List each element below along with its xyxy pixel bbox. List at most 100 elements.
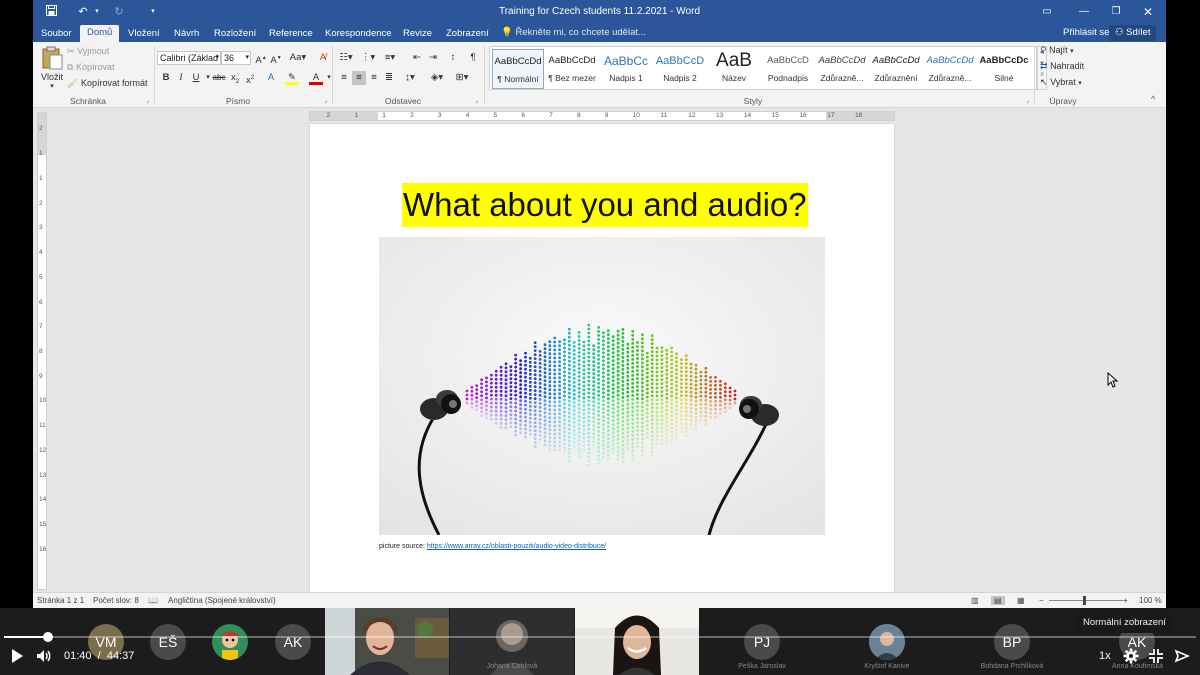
style-title[interactable]: AaB Název (708, 49, 760, 89)
zoom-out-icon[interactable]: − (1039, 596, 1044, 605)
font-color-icon[interactable]: A (309, 71, 323, 85)
tab-file[interactable]: Soubor (37, 27, 76, 42)
style-no-spacing[interactable]: AaBbCcDd ¶ Bez mezer (546, 49, 598, 89)
show-formatting-marks-icon[interactable]: ¶ (466, 51, 480, 65)
earphones-soundwave-image[interactable] (379, 237, 825, 535)
share-arrow-icon[interactable] (1174, 648, 1190, 664)
shrink-font-icon[interactable]: A▼ (269, 51, 283, 66)
numbering-icon[interactable]: ⋮▾ (359, 51, 377, 65)
volume-icon[interactable] (36, 649, 52, 663)
sign-in-link[interactable]: Přihlásit se (1063, 27, 1109, 38)
justify-icon[interactable]: ≣ (382, 71, 396, 85)
zoom-level[interactable]: 100 % (1139, 596, 1162, 605)
playback-speed[interactable]: 1x (1099, 650, 1111, 662)
replace-button[interactable]: ⇄ Nahradit (1040, 61, 1084, 72)
video-progress-bar[interactable] (4, 632, 1196, 642)
align-left-icon[interactable]: ≡ (337, 71, 351, 85)
change-case-icon[interactable]: Aa▾ (289, 51, 307, 65)
vertical-ruler[interactable]: 2 1 1 2 3 4 5 6 7 8 9 10 11 12 13 14 15 16 (37, 112, 47, 590)
format-painter-button[interactable]: 🖌 Kopírovat formát (67, 78, 147, 89)
grow-font-icon[interactable]: A▲ (254, 51, 268, 66)
increase-indent-icon[interactable]: ⇥ (426, 51, 440, 65)
collapse-ribbon-icon[interactable]: ^ (1151, 94, 1155, 104)
restore-icon[interactable]: ❐ (1107, 4, 1125, 20)
select-button[interactable]: ↖ Vybrat ▾ (1040, 77, 1082, 88)
participant-tile[interactable]: EŠ (150, 608, 190, 675)
tab-insert[interactable]: Vložení (124, 27, 164, 42)
page-count[interactable]: Stránka 1 z 1 (37, 596, 84, 605)
participant-tile[interactable]: Kryštof Kanive (825, 608, 949, 675)
source-link[interactable]: https://www.array.cz/oblasti-pouziti/aud… (427, 543, 606, 550)
bullets-icon[interactable]: ☷▾ (337, 51, 355, 65)
close-icon[interactable]: ✕ (1139, 4, 1157, 20)
tab-view[interactable]: Zobrazení (442, 27, 493, 42)
italic-icon[interactable]: I (174, 71, 188, 85)
sort-icon[interactable]: ↕ (446, 51, 460, 65)
language-indicator[interactable]: Angličtina (Spojené království) (168, 596, 276, 605)
participant-tile[interactable]: BP Bohdana Prchlíková (950, 608, 1074, 675)
multilevel-list-icon[interactable]: ≡▾ (381, 51, 399, 65)
highlight-icon[interactable]: ✎ (285, 71, 299, 85)
style-strong[interactable]: AaBbCcDc Silné (978, 49, 1030, 89)
participant-tile[interactable]: VM (88, 608, 128, 675)
style-heading-1[interactable]: AaBbCc Nadpis 1 (600, 49, 652, 89)
superscript-icon[interactable]: x2 (243, 71, 257, 86)
decrease-indent-icon[interactable]: ⇤ (410, 51, 424, 65)
bold-icon[interactable]: B (159, 71, 173, 85)
play-icon[interactable] (10, 648, 24, 664)
gear-icon[interactable] (1123, 648, 1139, 664)
tab-layout[interactable]: Rozložení (210, 27, 260, 42)
participant-video-tile[interactable] (325, 608, 449, 675)
zoom-in-icon[interactable]: + (1123, 596, 1128, 605)
participant-tile[interactable]: PJ Peška Jaroslav (700, 608, 824, 675)
share-button[interactable]: ⚇ Sdílet (1109, 25, 1157, 41)
font-launcher-icon[interactable]: ⌟ (324, 96, 327, 104)
clipboard-launcher-icon[interactable]: ⌟ (146, 96, 149, 104)
shading-icon[interactable]: ◈▾ (428, 71, 446, 85)
subscript-icon[interactable]: x2 (228, 71, 242, 85)
paste-button[interactable]: Vložit ▾ (39, 46, 65, 90)
line-spacing-icon[interactable]: ↨▾ (401, 71, 419, 85)
style-subtle-emphasis[interactable]: AaBbCcDd Zdůrazně... (816, 49, 868, 89)
web-layout-icon[interactable]: ▦ (1017, 596, 1025, 605)
align-right-icon[interactable]: ≡ (367, 71, 381, 85)
word-count[interactable]: Počet slov: 8 (93, 596, 139, 605)
font-name-combo[interactable]: Calibri (Základ ▾ (157, 51, 221, 65)
text-effects-icon[interactable]: A (264, 71, 278, 85)
document-page[interactable]: What about you and audio? picture source… (310, 124, 894, 594)
tab-references[interactable]: Reference (265, 27, 317, 42)
tab-mailings[interactable]: Korespondence (321, 27, 396, 42)
ribbon-display-options-icon[interactable]: ▭ (1038, 4, 1056, 20)
font-color-dropdown-icon[interactable]: ▾ (322, 71, 336, 85)
styles-launcher-icon[interactable]: ⌟ (1026, 96, 1029, 104)
exit-fullscreen-icon[interactable] (1148, 648, 1164, 664)
participant-video-tile[interactable] (575, 608, 699, 675)
tab-design[interactable]: Návrh (170, 27, 203, 42)
zoom-slider[interactable] (1049, 600, 1123, 601)
find-button[interactable]: ⚲ Najít ▾ (1040, 45, 1074, 56)
horizontal-ruler[interactable]: 2 1 1 2 3 4 5 6 7 8 9 10 11 12 13 14 15 16 17 18 (309, 111, 895, 121)
paragraph-launcher-icon[interactable]: ⌟ (475, 96, 478, 104)
clear-formatting-icon[interactable]: A̸ (316, 51, 330, 65)
tell-me-search[interactable]: 💡 Řekněte mi, co chcete udělat... (501, 27, 646, 38)
style-normal[interactable]: AaBbCcDd ¶ Normální (492, 49, 544, 89)
copy-button[interactable]: ⧉ Kopírovat (67, 62, 114, 73)
document-heading[interactable]: What about you and audio? (402, 183, 808, 227)
read-mode-icon[interactable]: ▥ (971, 596, 979, 605)
strikethrough-icon[interactable]: abc (211, 71, 227, 85)
style-emphasis[interactable]: AaBbCcDd Zdůraznění (870, 49, 922, 89)
style-subtitle[interactable]: AaBbCcD Podnadpis (762, 49, 814, 89)
minimize-icon[interactable]: — (1075, 4, 1093, 20)
participant-tile[interactable]: AK (275, 608, 315, 675)
font-size-combo[interactable]: 36 ▾ (221, 51, 251, 65)
tab-home[interactable]: Domů (80, 25, 120, 42)
participant-video-tile[interactable]: Johana Cohlová (450, 608, 574, 675)
zoom-slider-thumb[interactable] (1083, 596, 1086, 605)
style-heading-2[interactable]: AaBbCcD Nadpis 2 (654, 49, 706, 89)
tab-review[interactable]: Revize (399, 27, 436, 42)
align-center-icon[interactable]: ≡ (352, 71, 366, 85)
borders-icon[interactable]: ⊞▾ (453, 71, 471, 85)
participant-tile[interactable] (212, 608, 252, 675)
print-layout-icon[interactable]: ▤ (991, 596, 1005, 605)
proofing-icon[interactable]: 📖 (148, 596, 158, 605)
